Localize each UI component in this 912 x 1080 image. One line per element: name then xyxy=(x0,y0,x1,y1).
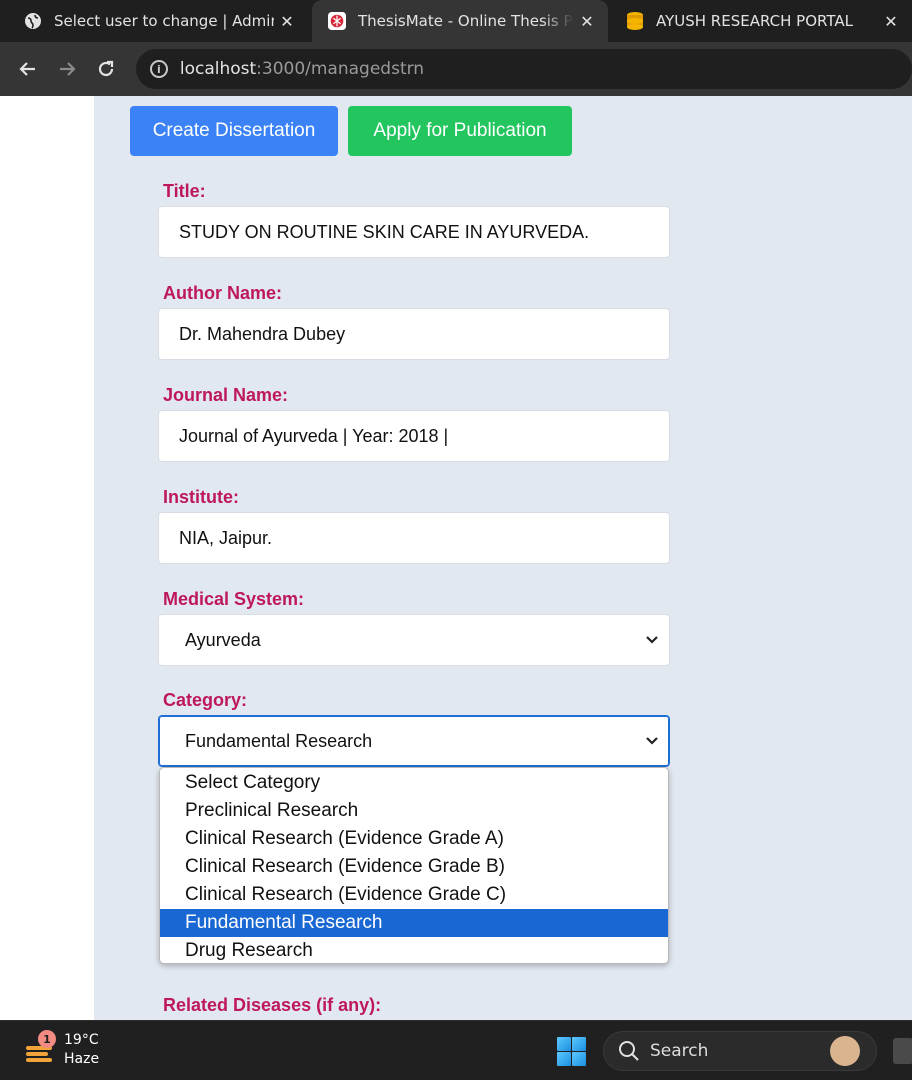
tab-title: AYUSH RESEARCH PORTAL xyxy=(656,12,853,30)
notification-badge: 1 xyxy=(38,1030,56,1048)
haze-weather-icon: 1 xyxy=(24,1030,56,1066)
windows-start-icon[interactable] xyxy=(557,1037,586,1066)
chevron-down-icon xyxy=(645,632,659,648)
title-input[interactable]: STUDY ON ROUTINE SKIN CARE IN AYURVEDA. xyxy=(158,206,670,258)
search-placeholder: Search xyxy=(650,1041,709,1061)
author-input[interactable]: Dr. Mahendra Dubey xyxy=(158,308,670,360)
forward-arrow-icon[interactable] xyxy=(47,49,86,89)
category-option-selected[interactable]: Fundamental Research xyxy=(160,909,668,937)
taskbar: 1 19°C Haze Search xyxy=(0,1020,912,1080)
institute-input[interactable]: NIA, Jaipur. xyxy=(158,512,670,564)
close-icon[interactable]: ✕ xyxy=(574,12,600,31)
tab-ayush-portal[interactable]: AYUSH RESEARCH PORTAL ✕ xyxy=(610,0,912,42)
weather-text: 19°C Haze xyxy=(64,1031,99,1069)
close-icon[interactable]: ✕ xyxy=(878,12,904,31)
browser-tab-strip: Select user to change | Admin ✕ ThesisMa… xyxy=(0,0,912,42)
category-value: Fundamental Research xyxy=(185,730,373,751)
back-arrow-icon[interactable] xyxy=(8,49,47,89)
search-icon xyxy=(618,1040,640,1062)
weather-widget[interactable]: 1 19°C Haze xyxy=(24,1030,99,1069)
temperature: 19°C xyxy=(64,1032,99,1048)
journal-input[interactable]: Journal of Ayurveda | Year: 2018 | xyxy=(158,410,670,462)
taskbar-app-icon[interactable] xyxy=(893,1038,912,1064)
related-diseases-label: Related Diseases (if any): xyxy=(163,995,382,1015)
url-text: localhost:3000/managedstrn xyxy=(180,59,424,79)
weather-condition: Haze xyxy=(64,1051,100,1067)
url-path: :3000/managedstrn xyxy=(256,59,425,79)
browser-toolbar: i localhost:3000/managedstrn xyxy=(0,42,912,96)
author-input-value: Dr. Mahendra Dubey xyxy=(179,323,346,344)
author-label: Author Name: xyxy=(163,283,283,303)
category-option[interactable]: Drug Research xyxy=(160,937,668,963)
category-label: Category: xyxy=(163,690,248,710)
chevron-down-icon xyxy=(645,733,659,749)
journal-label: Journal Name: xyxy=(163,385,289,405)
medical-system-value: Ayurveda xyxy=(185,629,261,650)
reload-icon[interactable] xyxy=(87,49,126,89)
category-option[interactable]: Clinical Research (Evidence Grade A) xyxy=(160,825,668,853)
close-icon[interactable]: ✕ xyxy=(274,12,300,31)
institute-label: Institute: xyxy=(163,487,239,507)
globe-icon xyxy=(24,12,42,30)
journal-input-value: Journal of Ayurveda | Year: 2018 | xyxy=(179,425,449,446)
category-option[interactable]: Preclinical Research xyxy=(160,797,668,825)
tab-thesismate[interactable]: ThesisMate - Online Thesis Portal ✕ xyxy=(312,0,608,42)
category-select[interactable]: Fundamental Research xyxy=(158,715,670,767)
category-dropdown-list: Select Category Preclinical Research Cli… xyxy=(159,767,669,964)
page-content: Create Dissertation Apply for Publicatio… xyxy=(0,96,912,1020)
tab-title: ThesisMate - Online Thesis Portal xyxy=(358,12,574,30)
medical-system-select[interactable]: Ayurveda xyxy=(158,614,670,666)
category-option[interactable]: Clinical Research (Evidence Grade B) xyxy=(160,853,668,881)
medical-system-label: Medical System: xyxy=(163,589,305,609)
thesismate-logo-icon xyxy=(328,12,346,30)
category-option[interactable]: Select Category xyxy=(160,769,668,797)
database-coins-icon xyxy=(626,12,644,30)
site-info-icon[interactable]: i xyxy=(149,60,168,78)
form-panel: Create Dissertation Apply for Publicatio… xyxy=(94,96,912,1020)
title-label: Title: xyxy=(163,181,206,201)
address-bar[interactable]: i localhost:3000/managedstrn xyxy=(135,49,912,89)
tab-admin[interactable]: Select user to change | Admin ✕ xyxy=(8,0,308,42)
title-input-value: STUDY ON ROUTINE SKIN CARE IN AYURVEDA. xyxy=(179,221,590,242)
tab-title: Select user to change | Admin xyxy=(54,12,274,30)
create-dissertation-button[interactable]: Create Dissertation xyxy=(130,106,338,156)
taskbar-search[interactable]: Search xyxy=(603,1031,877,1071)
search-highlight-avatar-icon xyxy=(830,1036,860,1066)
apply-publication-button[interactable]: Apply for Publication xyxy=(348,106,572,156)
url-host: localhost xyxy=(179,59,257,79)
institute-input-value: NIA, Jaipur. xyxy=(179,527,273,548)
category-option[interactable]: Clinical Research (Evidence Grade C) xyxy=(160,881,668,909)
